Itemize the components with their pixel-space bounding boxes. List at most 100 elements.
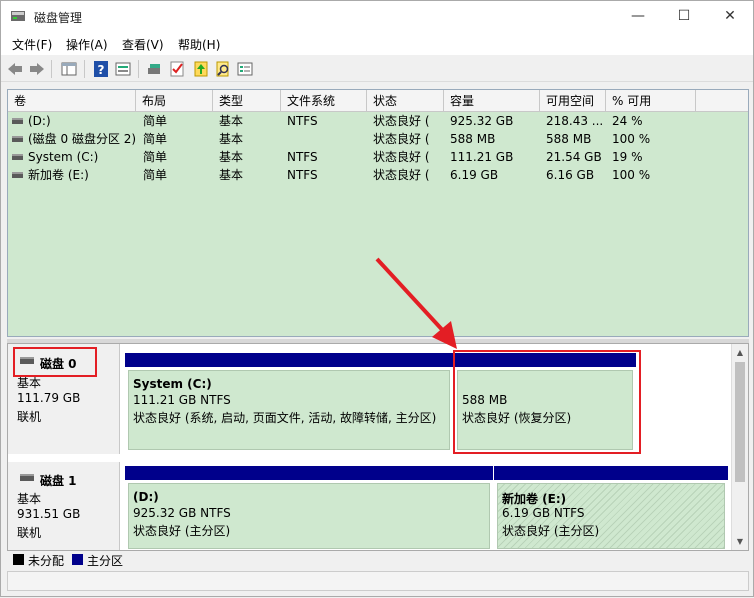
volume-status: 状态良好 ( [373, 132, 430, 146]
status-bar [7, 571, 749, 591]
help-icon[interactable]: ? [92, 60, 110, 78]
partition-status: 状态良好 (主分区) [502, 524, 600, 538]
table-row[interactable]: 新加卷 (E:) 简单 基本 NTFS 状态良好 ( 6.19 GB 6.16 … [8, 166, 748, 184]
volume-icon [12, 118, 23, 124]
import-icon[interactable] [192, 60, 210, 78]
menu-help[interactable]: 帮助(H) [178, 36, 220, 53]
legend-label-unallocated: 未分配 [28, 554, 65, 568]
volume-type: 基本 [219, 132, 244, 146]
volume-type: 基本 [219, 114, 244, 128]
volume-layout: 简单 [143, 150, 168, 164]
back-arrow-icon[interactable] [6, 60, 24, 78]
volume-capacity: 6.19 GB [450, 168, 499, 182]
volume-filesystem: NTFS [287, 150, 318, 164]
volume-layout: 简单 [143, 132, 168, 146]
volume-name: (D:) [28, 114, 51, 128]
menu-action[interactable]: 操作(A) [66, 36, 108, 53]
legend-swatch-unallocated [13, 554, 24, 565]
scrollbar-thumb[interactable] [735, 362, 745, 482]
table-row[interactable]: (磁盘 0 磁盘分区 2) 简单 基本 状态良好 ( 588 MB 588 MB… [8, 130, 748, 148]
primary-partition-bar [125, 466, 493, 480]
partition-name: (D:) [133, 490, 159, 504]
volume-icon [12, 154, 23, 160]
volume-status: 状态良好 ( [373, 114, 430, 128]
volume-free-space: 21.54 GB [546, 150, 602, 164]
partition-d[interactable]: (D:) 925.32 GB NTFS 状态良好 (主分区) [125, 466, 493, 550]
partition-body: (D:) 925.32 GB NTFS 状态良好 (主分区) [128, 483, 490, 549]
toolbar-separator [51, 60, 52, 78]
disk-management-window: 磁盘管理 — ☐ ✕ 文件(F) 操作(A) 查看(V) 帮助(H) ? 卷 布… [0, 0, 754, 597]
menu-file[interactable]: 文件(F) [12, 36, 52, 53]
table-row[interactable]: (D:) 简单 基本 NTFS 状态良好 ( 925.32 GB 218.43 … [8, 112, 748, 130]
column-header-status[interactable]: 状态 [367, 90, 444, 112]
column-header-type[interactable]: 类型 [213, 90, 281, 112]
column-header-free-space[interactable]: 可用空间 [540, 90, 606, 112]
minimize-button[interactable]: — [615, 1, 661, 33]
primary-partition-bar [125, 353, 453, 367]
menu-view[interactable]: 查看(V) [122, 36, 164, 53]
volume-percent-free: 100 % [612, 168, 651, 182]
volume-name: 新加卷 (E:) [28, 168, 89, 182]
partition-name: System (C:) [133, 377, 212, 391]
legend: 未分配 主分区 [7, 552, 749, 568]
column-header-volume[interactable]: 卷 [8, 90, 136, 112]
volume-name: System (C:) [28, 150, 99, 164]
connect-icon[interactable] [146, 60, 164, 78]
volume-percent-free: 24 % [612, 114, 643, 128]
scroll-up-arrow-icon[interactable]: ▲ [735, 347, 745, 359]
partition-body-selected: 新加卷 (E:) 6.19 GB NTFS 状态良好 (主分区) [497, 483, 725, 549]
volume-capacity: 925.32 GB [450, 114, 514, 128]
maximize-button[interactable]: ☐ [661, 1, 707, 33]
volume-status: 状态良好 ( [373, 150, 430, 164]
volume-name: (磁盘 0 磁盘分区 2) [28, 132, 136, 146]
volume-capacity: 111.21 GB [450, 150, 514, 164]
volume-layout: 简单 [143, 114, 168, 128]
volume-type: 基本 [219, 168, 244, 182]
disk-1-info[interactable]: 磁盘 1 基本 931.51 GB 联机 [8, 462, 120, 550]
partition-size: 111.21 GB NTFS [133, 393, 231, 407]
scroll-down-arrow-icon[interactable]: ▼ [735, 536, 745, 548]
svg-text:?: ? [98, 63, 105, 77]
partition-status: 状态良好 (系统, 启动, 页面文件, 活动, 故障转储, 主分区) [133, 411, 437, 425]
partition-c[interactable]: System (C:) 111.21 GB NTFS 状态良好 (系统, 启动,… [125, 353, 453, 453]
column-header-percent-free[interactable]: % 可用 [606, 90, 696, 112]
settings-list-icon[interactable] [236, 60, 254, 78]
legend-swatch-primary [72, 554, 83, 565]
column-header-capacity[interactable]: 容量 [444, 90, 540, 112]
volume-percent-free: 100 % [612, 132, 651, 146]
menu-bar: 文件(F) 操作(A) 查看(V) 帮助(H) [1, 33, 753, 55]
table-row[interactable]: System (C:) 简单 基本 NTFS 状态良好 ( 111.21 GB … [8, 148, 748, 166]
column-header-layout[interactable]: 布局 [136, 90, 213, 112]
volume-layout: 简单 [143, 168, 168, 182]
volume-list[interactable]: 卷 布局 类型 文件系统 状态 容量 可用空间 % 可用 (D:) 简单 基本 … [7, 89, 749, 337]
disk-1-type: 基本 [17, 492, 42, 506]
partition-e[interactable]: 新加卷 (E:) 6.19 GB NTFS 状态良好 (主分区) [494, 466, 728, 550]
partition-body: System (C:) 111.21 GB NTFS 状态良好 (系统, 启动,… [128, 370, 450, 450]
volume-filesystem: NTFS [287, 114, 318, 128]
volume-free-space: 218.43 ... [546, 114, 604, 128]
window-title: 磁盘管理 [34, 11, 83, 25]
toolbar: ? [1, 56, 753, 82]
volume-filesystem [287, 130, 365, 148]
toolbar-separator [138, 60, 139, 78]
disk-icon [20, 474, 34, 481]
volume-icon [12, 172, 23, 178]
primary-partition-bar [494, 466, 728, 480]
volume-percent-free: 19 % [612, 150, 643, 164]
search-icon[interactable] [214, 60, 232, 78]
disk-1-name: 磁盘 1 [40, 474, 77, 488]
volume-icon [12, 136, 23, 142]
properties-icon[interactable] [114, 60, 132, 78]
volume-capacity: 588 MB [450, 132, 496, 146]
check-icon[interactable] [168, 60, 186, 78]
disk-view-scrollbar[interactable]: ▲ ▼ [731, 344, 748, 550]
forward-arrow-icon[interactable] [28, 60, 46, 78]
volume-status: 状态良好 ( [373, 168, 430, 182]
close-button[interactable]: ✕ [707, 1, 753, 33]
console-tree-icon[interactable] [60, 60, 78, 78]
legend-label-primary: 主分区 [87, 554, 124, 568]
title-bar: 磁盘管理 — ☐ ✕ [1, 1, 753, 33]
column-header-filesystem[interactable]: 文件系统 [281, 90, 367, 112]
disk-management-icon [11, 11, 25, 21]
disk-0-size: 111.79 GB [17, 391, 81, 405]
